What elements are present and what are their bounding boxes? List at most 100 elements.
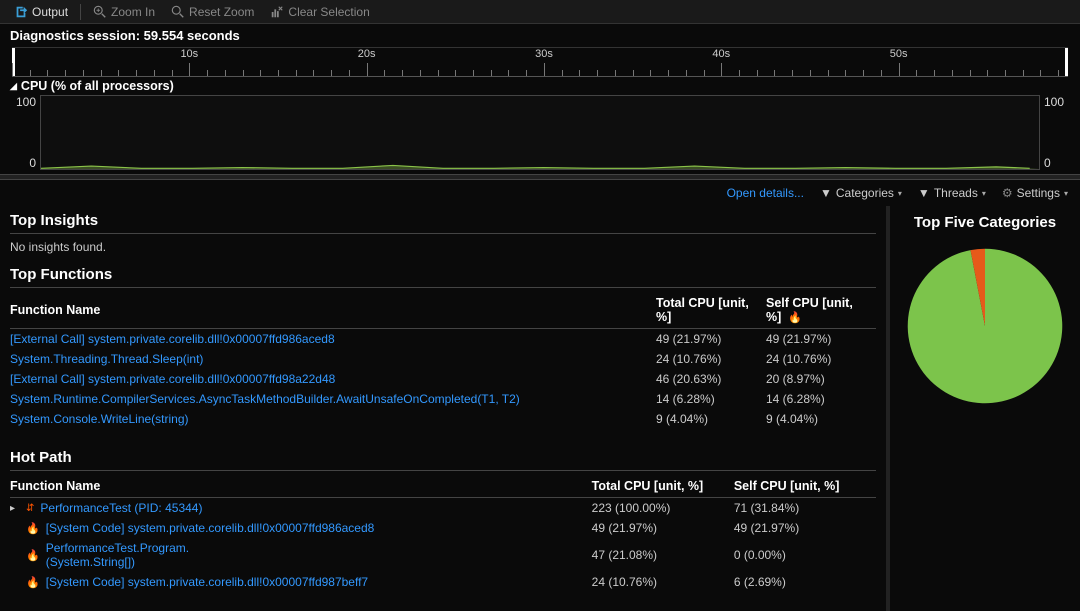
categories-filter[interactable]: ▼ Categories ▾ bbox=[820, 186, 902, 200]
col-function-name[interactable]: Function Name bbox=[10, 475, 592, 498]
self-cpu-value: 9 (4.04%) bbox=[766, 409, 876, 429]
function-link[interactable]: System.Console.WriteLine(string) bbox=[10, 412, 189, 426]
col-self-cpu[interactable]: Self CPU [unit, %] 🔥 bbox=[766, 292, 876, 329]
pie-slice[interactable] bbox=[908, 249, 1063, 404]
clear-selection-icon bbox=[270, 5, 284, 19]
function-link[interactable]: System.Runtime.CompilerServices.AsyncTas… bbox=[10, 392, 520, 406]
reset-zoom-label: Reset Zoom bbox=[189, 5, 254, 19]
cpu-ymax-left: 100 bbox=[10, 95, 36, 109]
table-row[interactable]: System.Console.WriteLine(string) 9 (4.04… bbox=[10, 409, 876, 429]
top-insights-title: Top Insights bbox=[10, 206, 876, 234]
hot-path-title: Hot Path bbox=[10, 443, 876, 471]
categories-pie-chart[interactable] bbox=[898, 241, 1072, 411]
cpu-plot[interactable] bbox=[40, 95, 1040, 170]
no-insights-text: No insights found. bbox=[10, 238, 876, 260]
flame-icon: 🔥 bbox=[26, 576, 40, 589]
self-cpu-value: 0 (0.00%) bbox=[734, 538, 876, 572]
table-row[interactable]: 🔥 [System Code] system.private.corelib.dl… bbox=[10, 572, 876, 592]
table-row[interactable]: 🔥PerformanceTest.Program.(System.String[… bbox=[10, 538, 876, 572]
flame-icon: ⇵ bbox=[26, 503, 34, 514]
timeline-end-marker[interactable] bbox=[1065, 48, 1068, 76]
function-link[interactable]: [External Call] system.private.corelib.d… bbox=[10, 372, 335, 386]
timeline-tick-label: 50s bbox=[890, 48, 908, 60]
reset-zoom-icon bbox=[171, 5, 185, 19]
self-cpu-value: 49 (21.97%) bbox=[766, 329, 876, 350]
cpu-yaxis-left: 100 0 bbox=[10, 95, 40, 170]
total-cpu-value: 24 (10.76%) bbox=[592, 572, 734, 592]
self-cpu-value: 14 (6.28%) bbox=[766, 389, 876, 409]
left-pane: Top Insights No insights found. Top Func… bbox=[0, 206, 890, 611]
flame-icon: 🔥 bbox=[788, 312, 802, 324]
table-row[interactable]: System.Runtime.CompilerServices.AsyncTas… bbox=[10, 389, 876, 409]
export-icon bbox=[14, 5, 28, 19]
total-cpu-value: 223 (100.00%) bbox=[592, 498, 734, 519]
timeline-tick-label: 10s bbox=[180, 48, 198, 60]
table-row[interactable]: [External Call] system.private.corelib.d… bbox=[10, 329, 876, 350]
table-row[interactable]: [External Call] system.private.corelib.d… bbox=[10, 369, 876, 389]
cpu-header[interactable]: ◢ CPU (% of all processors) bbox=[10, 79, 1070, 93]
right-pane: Top Five Categories bbox=[890, 206, 1080, 611]
clear-selection-label: Clear Selection bbox=[288, 5, 369, 19]
function-link[interactable]: [System Code] system.private.corelib.dll… bbox=[46, 521, 375, 535]
total-cpu-value: 14 (6.28%) bbox=[656, 389, 766, 409]
chevron-down-icon: ▾ bbox=[898, 189, 902, 198]
settings-label: Settings bbox=[1017, 186, 1060, 200]
funnel-icon: ▼ bbox=[820, 186, 832, 200]
timeline-tick-label: 30s bbox=[535, 48, 553, 60]
cpu-ymax-right: 100 bbox=[1044, 95, 1070, 109]
function-link[interactable]: PerformanceTest.Program.(System.String[]… bbox=[46, 541, 189, 569]
col-total-cpu[interactable]: Total CPU [unit, %] bbox=[592, 475, 734, 498]
total-cpu-value: 46 (20.63%) bbox=[656, 369, 766, 389]
total-cpu-value: 49 (21.97%) bbox=[592, 518, 734, 538]
output-label: Output bbox=[32, 5, 68, 19]
cpu-graph[interactable]: 100 0 100 0 bbox=[10, 95, 1070, 170]
chevron-down-icon: ▾ bbox=[982, 189, 986, 198]
filter-bar: Open details... ▼ Categories ▾ ▼ Threads… bbox=[0, 180, 1080, 206]
output-button[interactable]: Output bbox=[8, 3, 74, 21]
top-functions-title: Top Functions bbox=[10, 260, 876, 288]
timeline-ruler[interactable]: 10s 20s 30s 40s 50s bbox=[12, 47, 1068, 77]
timeline-tick-label: 40s bbox=[712, 48, 730, 60]
col-self-cpu[interactable]: Self CPU [unit, %] bbox=[734, 475, 876, 498]
table-row[interactable]: System.Threading.Thread.Sleep(int) 24 (1… bbox=[10, 349, 876, 369]
open-details-link[interactable]: Open details... bbox=[727, 186, 804, 200]
col-function-name[interactable]: Function Name bbox=[10, 292, 656, 329]
collapse-icon: ◢ bbox=[10, 81, 17, 92]
cpu-line-chart bbox=[41, 96, 1039, 169]
total-cpu-value: 47 (21.08%) bbox=[592, 538, 734, 572]
threads-label: Threads bbox=[934, 186, 978, 200]
self-cpu-value: 6 (2.69%) bbox=[734, 572, 876, 592]
funnel-icon: ▼ bbox=[918, 186, 930, 200]
session-label-prefix: Diagnostics session: bbox=[10, 28, 140, 43]
zoom-in-icon bbox=[93, 5, 107, 19]
hot-path-table: Function Name Total CPU [unit, %] Self C… bbox=[10, 475, 876, 592]
toolbar-separator bbox=[80, 4, 81, 20]
timeline-tick-label: 20s bbox=[358, 48, 376, 60]
self-cpu-value: 24 (10.76%) bbox=[766, 349, 876, 369]
col-total-cpu[interactable]: Total CPU [unit, %] bbox=[656, 292, 766, 329]
total-cpu-value: 24 (10.76%) bbox=[656, 349, 766, 369]
table-row[interactable]: 🔥 [System Code] system.private.corelib.dl… bbox=[10, 518, 876, 538]
zoom-in-button[interactable]: Zoom In bbox=[87, 3, 161, 21]
clear-selection-button[interactable]: Clear Selection bbox=[264, 3, 375, 21]
session-header: Diagnostics session: 59.554 seconds bbox=[0, 24, 1080, 47]
cpu-section: ◢ CPU (% of all processors) 100 0 100 0 bbox=[0, 77, 1080, 174]
self-cpu-value: 49 (21.97%) bbox=[734, 518, 876, 538]
threads-filter[interactable]: ▼ Threads ▾ bbox=[918, 186, 986, 200]
reset-zoom-button[interactable]: Reset Zoom bbox=[165, 3, 260, 21]
self-cpu-value: 71 (31.84%) bbox=[734, 498, 876, 519]
expand-icon[interactable]: ▸ bbox=[10, 503, 20, 514]
toolbar: Output Zoom In Reset Zoom Clear Selectio… bbox=[0, 0, 1080, 24]
total-cpu-value: 9 (4.04%) bbox=[656, 409, 766, 429]
gear-icon: ⚙ bbox=[1002, 186, 1013, 200]
top-categories-title: Top Five Categories bbox=[898, 210, 1072, 231]
table-row[interactable]: ▸ ⇵ PerformanceTest (PID: 45344) 223 (100.… bbox=[10, 498, 876, 519]
function-link[interactable]: [System Code] system.private.corelib.dll… bbox=[46, 575, 368, 589]
function-link[interactable]: [External Call] system.private.corelib.d… bbox=[10, 332, 335, 346]
settings-menu[interactable]: ⚙ Settings ▾ bbox=[1002, 186, 1068, 200]
flame-icon: 🔥 bbox=[26, 522, 40, 535]
function-link[interactable]: PerformanceTest (PID: 45344) bbox=[40, 501, 202, 515]
categories-label: Categories bbox=[836, 186, 894, 200]
function-link[interactable]: System.Threading.Thread.Sleep(int) bbox=[10, 352, 203, 366]
total-cpu-value: 49 (21.97%) bbox=[656, 329, 766, 350]
